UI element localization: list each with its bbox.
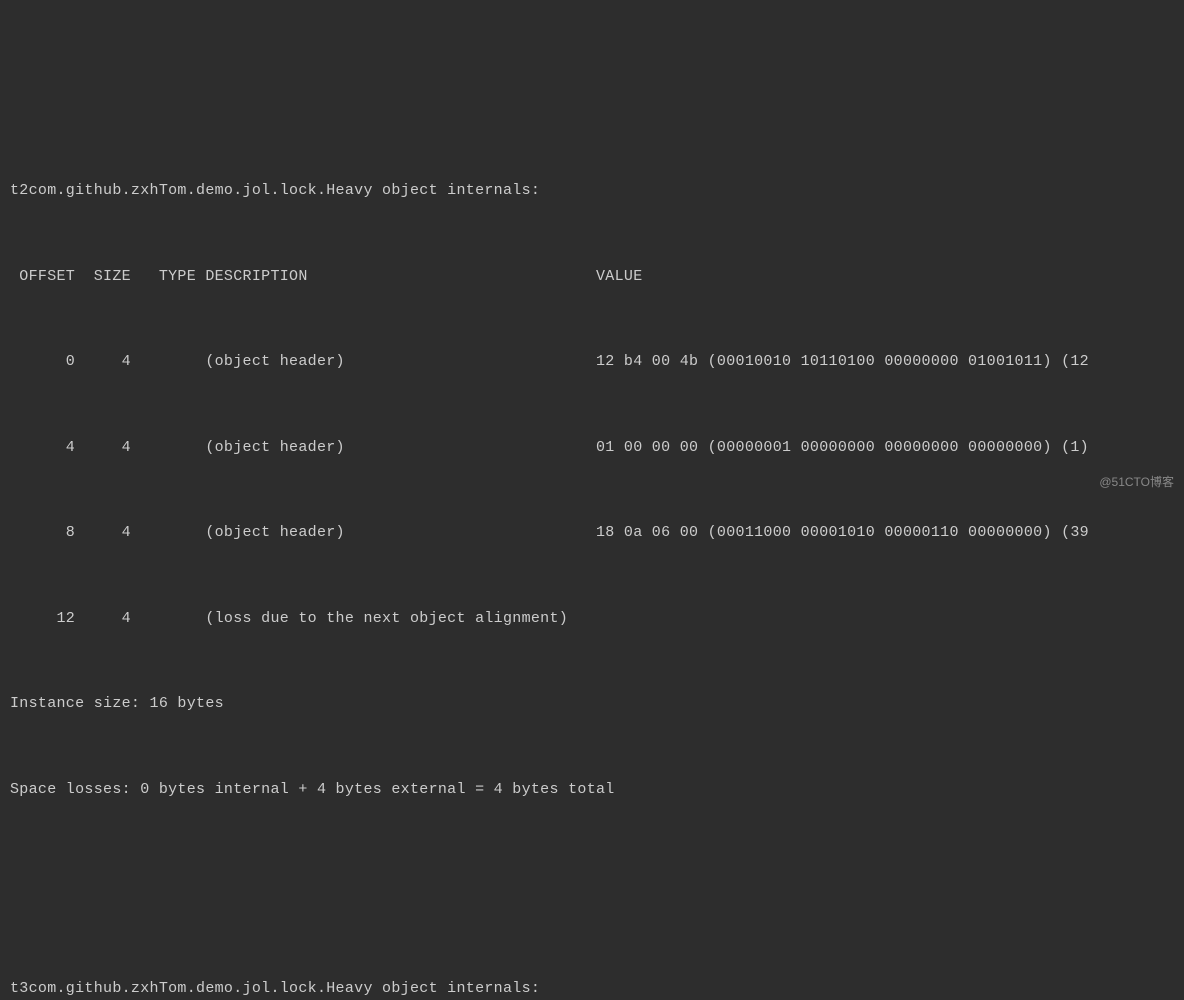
- table-header: OFFSET SIZE TYPE DESCRIPTION VALUE: [10, 263, 1174, 292]
- jol-block-t2: t2com.github.zxhTom.demo.jol.lock.Heavy …: [10, 120, 1174, 833]
- table-row: 4 4 (object header) 01 00 00 00 (0000000…: [10, 434, 1174, 463]
- instance-size: Instance size: 16 bytes: [10, 690, 1174, 719]
- block-title: t3com.github.zxhTom.demo.jol.lock.Heavy …: [10, 975, 1174, 1000]
- block-title: t2com.github.zxhTom.demo.jol.lock.Heavy …: [10, 177, 1174, 206]
- table-row: 8 4 (object header) 18 0a 06 00 (0001100…: [10, 519, 1174, 548]
- table-row: 0 4 (object header) 12 b4 00 4b (0001001…: [10, 348, 1174, 377]
- watermark: @51CTO博客: [1099, 471, 1174, 494]
- space-losses: Space losses: 0 bytes internal + 4 bytes…: [10, 776, 1174, 805]
- jol-block-t3: t3com.github.zxhTom.demo.jol.lock.Heavy …: [10, 918, 1174, 1000]
- table-row: 12 4 (loss due to the next object alignm…: [10, 605, 1174, 634]
